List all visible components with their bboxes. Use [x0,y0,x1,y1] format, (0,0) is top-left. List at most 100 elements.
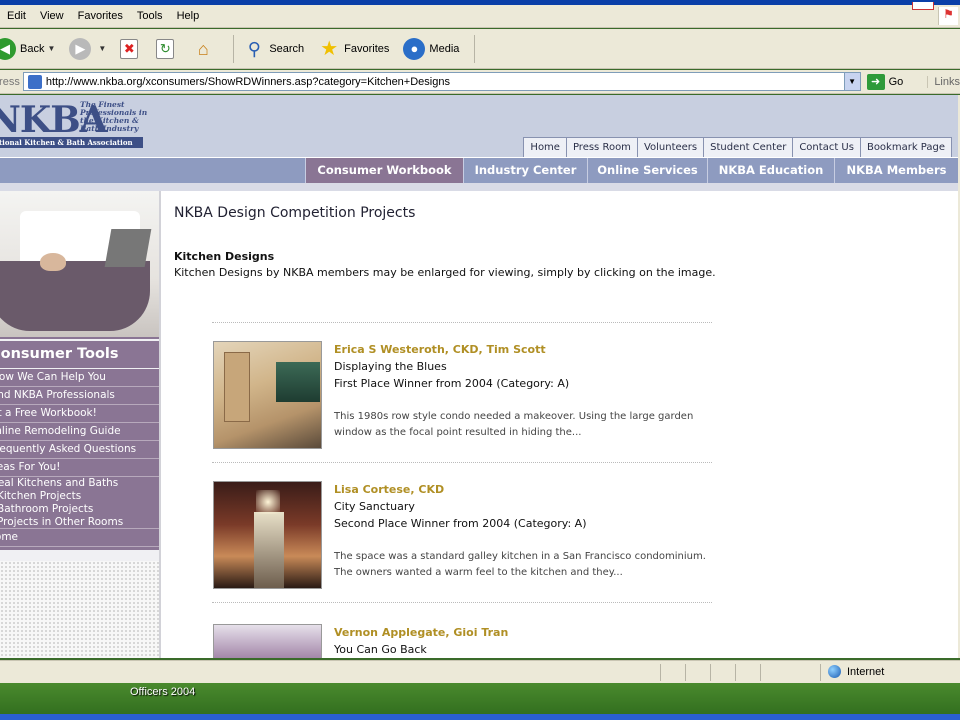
sidebar-item-find-professionals[interactable]: Find NKBA Professionals [0,387,160,405]
nav-online-services[interactable]: Online Services [587,158,707,183]
sidebar-item-real-kitchens[interactable]: Real Kitchens and Baths [0,477,160,490]
go-label: Go [888,75,904,88]
desktop-icon-label[interactable]: Officers 2004 [130,686,195,698]
toplink-student-center[interactable]: Student Center [704,138,794,157]
stop-button[interactable]: ✖ [116,34,146,64]
menu-view[interactable]: View [33,10,71,22]
home-button[interactable]: ⌂ [188,34,222,64]
hero-bath-image [0,191,160,339]
sidebar-edge [159,191,161,658]
project-description: The space was a standard galley kitchen … [334,551,706,578]
menu-bar: Edit View Favorites Tools Help ⚑ [0,2,960,28]
favorites-button[interactable]: ★ Favorites [314,34,393,64]
zone-label: Internet [847,665,885,678]
entry-divider [212,322,712,323]
toplink-home[interactable]: Home [524,138,567,157]
nav-consumer-workbook[interactable]: Consumer Workbook [305,158,463,183]
home-icon: ⌂ [197,38,209,59]
media-label: Media [429,42,460,55]
toplink-volunteers[interactable]: Volunteers [638,138,705,157]
laptop-shape [104,229,152,267]
sidebar-item-other-rooms[interactable]: Projects in Other Rooms [0,516,160,529]
sidebar-item-remodeling-guide[interactable]: Online Remodeling Guide [0,423,160,441]
refresh-button[interactable]: ↻ [152,34,182,64]
back-arrow-icon: ◀ [0,37,16,60]
sidebar-item-how-we-can-help[interactable]: How We Can Help You [0,369,160,387]
star-icon: ★ [320,37,339,60]
sidebar-bottom [0,547,160,550]
window-close-icon[interactable] [912,2,934,10]
forward-button[interactable]: ▶ ▼ [65,34,110,64]
search-icon: ⚲ [247,38,261,59]
sidebar-item-faq[interactable]: Frequently Asked Questions [0,441,160,459]
designer-name[interactable]: Lisa Cortese, CKD [334,483,444,496]
nav-nkba-education[interactable]: NKBA Education [707,158,834,183]
project-title: Displaying the Blues [334,360,447,373]
back-dropdown-icon[interactable]: ▼ [47,44,55,53]
nav-nkba-members[interactable]: NKBA Members [834,158,958,183]
menu-help[interactable]: Help [170,10,207,22]
back-label: Back [20,42,45,55]
logo-tagline: The Finest Professionals in the Kitchen … [80,100,148,133]
light-shape [256,490,280,514]
entry-divider [212,602,712,603]
refresh-icon: ↻ [156,38,175,59]
nav-industry-center[interactable]: Industry Center [463,158,587,183]
project-award: Second Place Winner from 2004 (Category:… [334,517,587,530]
web-page: NKBA The Finest Professionals in the Kit… [0,95,958,658]
logo-org-name: National Kitchen & Bath Association [0,137,143,148]
sidebar-item-ideas-for-you[interactable]: Ideas For You! [0,459,160,477]
media-button[interactable]: ● Media [399,34,463,64]
taskbar [0,714,960,720]
status-bar: Internet [0,660,960,683]
internet-globe-icon [828,665,841,678]
list-item: Erica S Westeroth, CKD, Tim Scott Displa… [213,341,713,453]
status-separator [760,664,761,681]
address-bar: Address http://www.nkba.org/xconsumers/S… [0,70,960,94]
project-thumbnail[interactable] [213,624,322,658]
url-text: http://www.nkba.org/xconsumers/ShowRDWin… [45,75,450,88]
sidebar-item-bathroom-projects[interactable]: Bathroom Projects [0,503,160,516]
sidebar-item-home[interactable]: Home [0,529,160,547]
page-title: NKBA Design Competition Projects [174,205,416,221]
entry-divider [212,462,712,463]
project-title: You Can Go Back [334,643,427,656]
toplink-contact-us[interactable]: Contact Us [793,138,861,157]
menu-favorites[interactable]: Favorites [71,10,130,22]
sidebar-menu: How We Can Help You Find NKBA Profession… [0,369,160,550]
browser-toolbar: ◀ Back ▼ ▶ ▼ ✖ ↻ ⌂ ⚲ Search ★ Favorites … [0,29,960,69]
favorites-label: Favorites [344,42,390,55]
address-input[interactable]: http://www.nkba.org/xconsumers/ShowRDWin… [22,72,861,91]
menu-edit[interactable]: Edit [0,10,33,22]
search-button[interactable]: ⚲ Search [239,34,308,64]
section-description: Kitchen Designs by NKBA members may be e… [174,266,716,279]
menu-tools[interactable]: Tools [130,10,170,22]
go-button[interactable]: ➜ Go [866,73,904,90]
site-header: NKBA The Finest Professionals in the Kit… [0,95,958,158]
toplink-press-room[interactable]: Press Room [567,138,638,157]
section-title: Kitchen Designs [174,250,275,263]
hallway-shape [254,512,284,588]
project-thumbnail[interactable] [213,341,322,449]
forward-dropdown-icon[interactable]: ▼ [98,44,106,53]
back-button[interactable]: ◀ Back ▼ [0,34,59,64]
sidebar: Consumer Tools How We Can Help You Find … [0,191,160,658]
links-toolbar[interactable]: Links [927,75,960,88]
search-label: Search [269,42,305,55]
project-thumbnail[interactable] [213,481,322,589]
toolbar-separator [233,34,235,63]
header-divider [0,183,958,191]
list-item: Lisa Cortese, CKD City Sanctuary Second … [213,481,713,593]
toolbar-separator [474,34,476,63]
cabinet-shape [224,352,250,422]
forward-arrow-icon: ▶ [69,37,92,60]
toplink-bookmark-page[interactable]: Bookmark Page [861,138,951,157]
designer-name[interactable]: Erica S Westeroth, CKD, Tim Scott [334,343,546,356]
sidebar-item-free-workbook[interactable]: Get a Free Workbook! [0,405,160,423]
address-dropdown-icon[interactable]: ▼ [843,73,860,90]
sidebar-item-kitchen-projects[interactable]: Kitchen Projects [0,490,160,503]
status-separator [710,664,711,681]
designer-name[interactable]: Vernon Applegate, Gioi Tran [334,626,508,639]
person-shape [40,253,66,271]
page-icon [27,74,42,89]
